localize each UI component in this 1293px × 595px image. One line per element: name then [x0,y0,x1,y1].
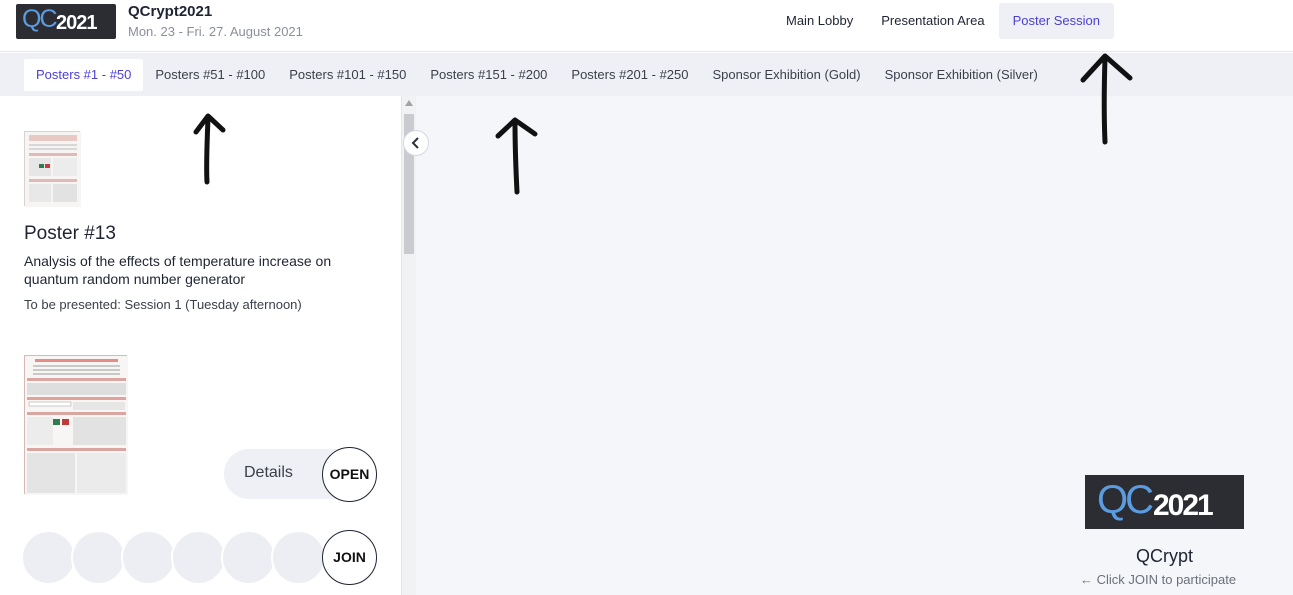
participant-avatar [221,530,276,585]
poster-thumbnail-small[interactable] [24,131,81,207]
nav-poster-session[interactable]: Poster Session [998,3,1115,39]
open-button[interactable]: OPEN [322,447,377,502]
tab-posters-51-100[interactable]: Posters #51 - #100 [143,59,277,91]
brand-logo-prefix: QC [1097,478,1154,522]
tab-posters-1-50[interactable]: Posters #1 - #50 [24,59,144,91]
app-title: QCrypt2021 [128,3,213,20]
logo-year: 2021 [56,12,97,34]
participant-avatar [121,530,176,585]
panel-scrollbar[interactable] [402,96,416,595]
event-dates: Mon. 23 - Fri. 27. August 2021 [128,24,303,39]
poster-session-info: To be presented: Session 1 (Tuesday afte… [24,297,302,312]
qcrypt-logo[interactable]: QC 2021 [16,4,116,39]
poster-preview[interactable] [24,355,128,495]
join-hint-text: Click JOIN to participate [1096,572,1237,587]
participant-avatar [21,530,76,585]
top-header: QC 2021 QCrypt2021 Mon. 23 - Fri. 27. Au… [0,0,1293,52]
join-hint: ← Click JOIN to participate [1080,572,1236,587]
poster-preview-image [25,356,128,495]
arrow-left-icon: ← [1080,572,1093,587]
poster-thumbnail-image [25,132,81,207]
collapse-panel-button[interactable] [403,130,429,156]
annotation-arrow-icon [495,117,538,195]
nav-presentation-area[interactable]: Presentation Area [867,3,998,39]
participant-avatar [171,530,226,585]
tab-posters-201-250[interactable]: Posters #201 - #250 [559,59,700,91]
chevron-left-icon [411,137,419,149]
brand-logo: QC 2021 [1085,475,1244,529]
annotation-arrow-icon [193,113,226,185]
tab-posters-101-150[interactable]: Posters #101 - #150 [277,59,418,91]
scroll-up-icon[interactable] [405,100,413,106]
main-nav: Main Lobby Presentation Area Poster Sess… [772,3,1115,39]
join-button[interactable]: JOIN [322,530,377,585]
tab-sponsor-gold[interactable]: Sponsor Exhibition (Gold) [700,59,872,91]
participant-avatar [71,530,126,585]
tab-posters-151-200[interactable]: Posters #151 - #200 [418,59,559,91]
brand-logo-year: 2021 [1153,489,1214,522]
nav-main-lobby[interactable]: Main Lobby [772,3,867,39]
details-button[interactable]: Details [244,464,293,482]
participant-avatar [271,530,326,585]
poster-description: Analysis of the effects of temperature i… [24,253,332,287]
tab-sponsor-silver[interactable]: Sponsor Exhibition (Silver) [873,59,1050,91]
poster-title: Poster #13 [24,223,116,244]
logo-prefix: QC [22,5,57,33]
annotation-arrow-icon [1080,53,1133,145]
brand-name: QCrypt [1135,546,1193,566]
